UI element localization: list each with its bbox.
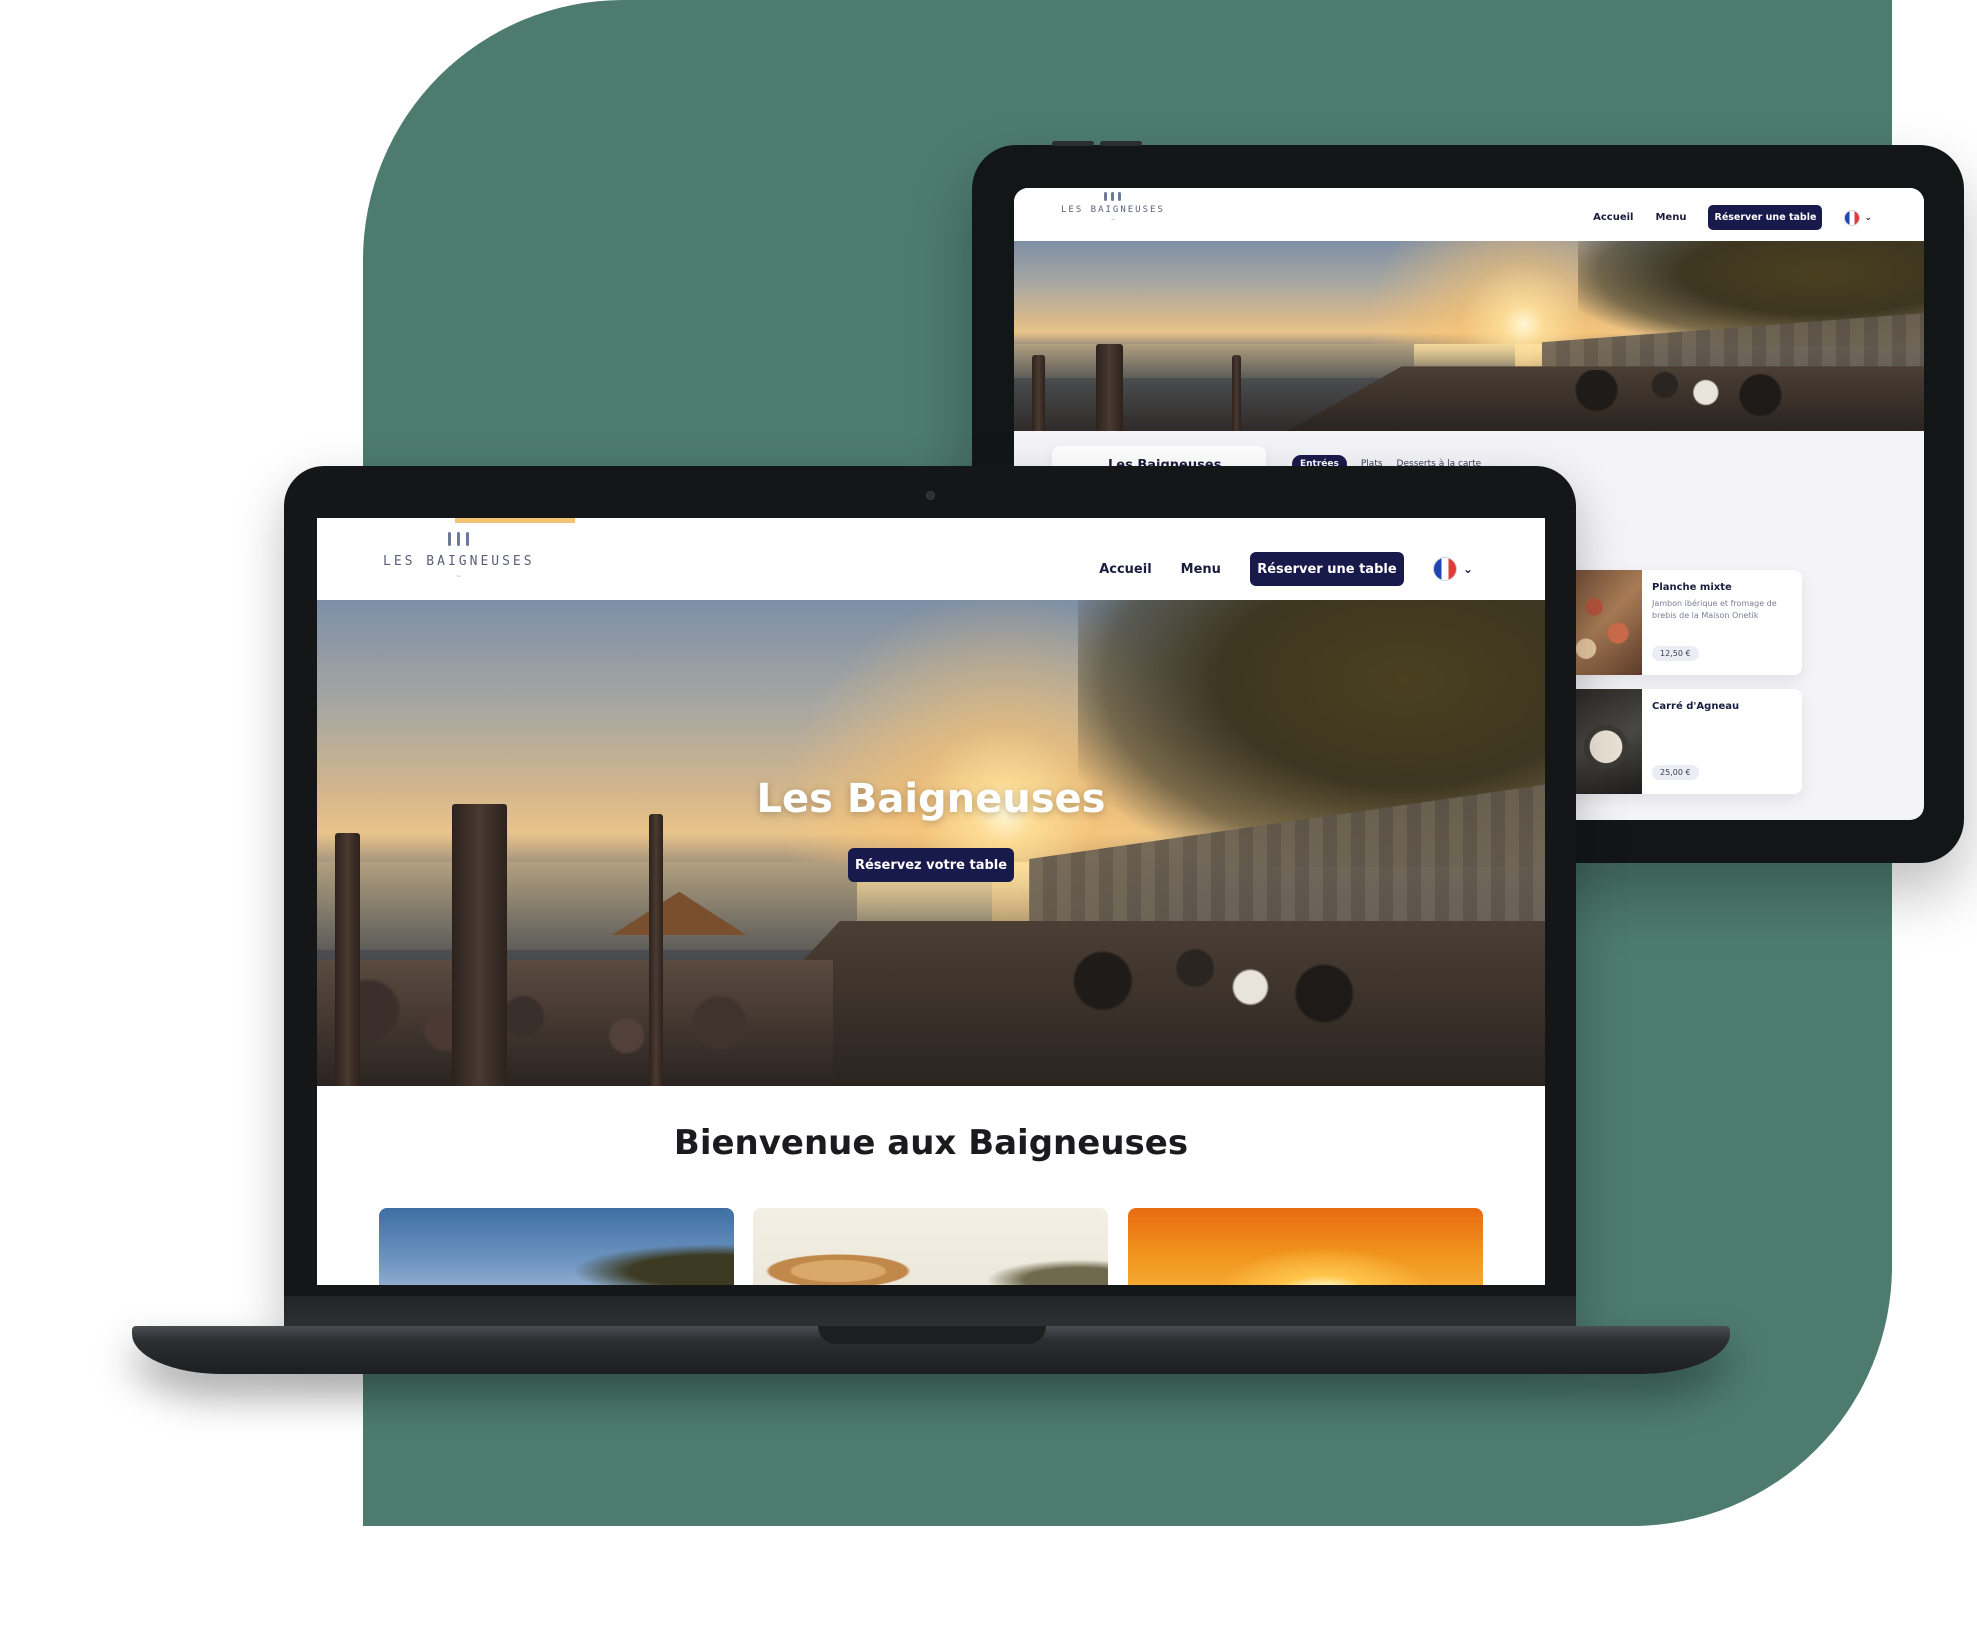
nav-link-accueil[interactable]: Accueil <box>1593 212 1633 223</box>
logo-mark-icon <box>448 532 470 546</box>
brand-name: LES BAIGNEUSES <box>383 554 535 569</box>
hero-reserve-button[interactable]: Réservez votre table <box>848 848 1014 882</box>
site-header: LES BAIGNEUSES ~ Accueil Menu Réserver u… <box>317 518 1545 600</box>
gallery-image-guest[interactable] <box>753 1208 1108 1285</box>
tablet-hero-image <box>1014 241 1924 431</box>
scroll-progress-indicator <box>455 518 575 523</box>
brand-tagline-icon: ~ <box>456 573 462 580</box>
chevron-down-icon[interactable]: ⌄ <box>1463 562 1473 576</box>
brand-name: LES BAIGNEUSES <box>1061 205 1165 215</box>
dish-description: Jambon ibérique et fromage de brebis de … <box>1652 599 1777 620</box>
dish-price: 12,50 € <box>1652 646 1699 661</box>
laptop-chin <box>284 1296 1576 1326</box>
reserve-table-button[interactable]: Réserver une table <box>1249 552 1404 586</box>
france-flag-icon[interactable] <box>1432 557 1457 581</box>
dish-title: Carré d'Agneau <box>1652 701 1740 712</box>
tablet-power-button <box>1100 141 1142 146</box>
dish-title: Planche mixte <box>1652 582 1732 593</box>
brand-tagline-icon: ~ <box>1110 217 1116 223</box>
nav-link-menu[interactable]: Menu <box>1181 562 1221 577</box>
tablet-brand-logo[interactable]: LES BAIGNEUSES ~ <box>1061 192 1165 223</box>
logo-mark-icon <box>1104 192 1122 201</box>
dish-price: 25,00 € <box>1652 765 1699 780</box>
reserve-table-button[interactable]: Réserver une table <box>1708 205 1823 230</box>
laptop-screen: LES BAIGNEUSES ~ Accueil Menu Réserver u… <box>317 518 1545 1285</box>
tablet-main-nav: Accueil Menu Réserver une table ⌄ <box>1593 205 1872 230</box>
mockup-stage: LES BAIGNEUSES ~ Accueil Menu Réserver u… <box>0 0 1977 1629</box>
hero-image: Les Baigneuses Réservez votre table <box>317 600 1545 1086</box>
laptop-base <box>132 1326 1730 1374</box>
brand-logo[interactable]: LES BAIGNEUSES ~ <box>383 532 535 580</box>
dish-card[interactable]: Carré d'Agneau 25,00 € <box>1562 689 1802 794</box>
nav-link-menu[interactable]: Menu <box>1655 212 1686 223</box>
chevron-down-icon[interactable]: ⌄ <box>1864 213 1872 223</box>
gallery-image-sky[interactable] <box>379 1208 734 1285</box>
tablet-site-header: LES BAIGNEUSES ~ Accueil Menu Réserver u… <box>1014 188 1924 241</box>
welcome-heading: Bienvenue aux Baigneuses <box>673 1123 1189 1163</box>
tablet-volume-button <box>1052 141 1094 146</box>
main-nav: Accueil Menu Réserver une table ⌄ <box>1099 552 1473 586</box>
dish-card[interactable]: Planche mixte Jambon ibérique et fromage… <box>1562 570 1802 675</box>
hero-title: Les Baigneuses <box>756 776 1106 822</box>
gallery-image-sunset[interactable] <box>1128 1208 1483 1285</box>
nav-link-accueil[interactable]: Accueil <box>1099 562 1151 577</box>
laptop-opening-notch <box>818 1326 1046 1344</box>
france-flag-icon[interactable] <box>1844 209 1861 226</box>
camera-icon <box>926 491 935 500</box>
